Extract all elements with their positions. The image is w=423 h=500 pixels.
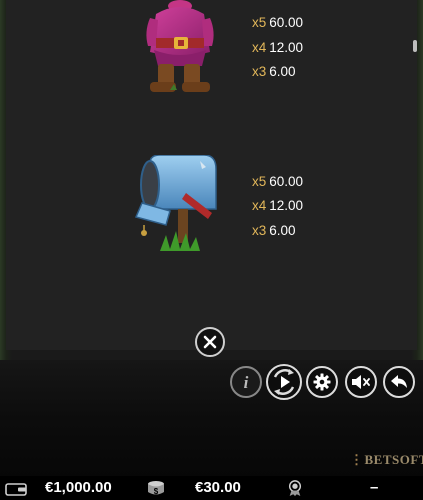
mailbox-payout-x5: x5 60.00	[252, 174, 304, 189]
wallet-icon	[5, 483, 27, 496]
balance-value: €1,000.00	[45, 479, 112, 496]
back-button[interactable]	[383, 366, 415, 398]
award-icon	[288, 480, 302, 496]
mailbox-icon	[134, 155, 217, 251]
settings-button[interactable]	[306, 366, 338, 398]
mailbox-payout-x3: x3 6.00	[252, 223, 296, 238]
svg-text:$: $	[154, 487, 159, 496]
back-arrow-icon	[391, 375, 407, 388]
betsoft-logo: BETSOFT	[350, 452, 423, 468]
spin-button[interactable]	[266, 364, 302, 400]
dwarf-payout-x4: x4 12.00	[252, 40, 304, 55]
dwarf-icon	[146, 0, 214, 92]
mailbox-payout-x4: x4 12.00	[252, 198, 304, 213]
info-icon: i	[244, 373, 249, 391]
svg-text:i: i	[244, 373, 249, 391]
spin-icon	[273, 369, 295, 395]
sound-button[interactable]	[345, 366, 377, 398]
coins-icon: $	[148, 481, 164, 496]
sound-muted-icon	[352, 375, 370, 389]
dwarf-payout-x5: x5 60.00	[252, 15, 304, 30]
close-icon	[203, 335, 217, 349]
info-button[interactable]: i	[230, 366, 262, 398]
close-button[interactable]	[195, 327, 225, 357]
win-value: –	[370, 479, 379, 496]
dwarf-payout-x3: x3 6.00	[252, 64, 296, 79]
gear-icon	[313, 373, 331, 391]
bet-value: €30.00	[195, 479, 241, 496]
paytable-scrollbar[interactable]	[413, 40, 417, 52]
